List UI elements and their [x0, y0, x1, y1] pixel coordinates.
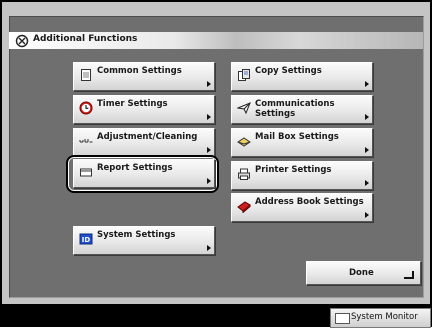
done-button[interactable]: Done	[306, 261, 421, 285]
copy-settings-label: Copy Settings	[255, 66, 322, 76]
timer-settings-button[interactable]: Timer Settings	[73, 95, 215, 124]
page-title: Additional Functions	[33, 34, 138, 44]
system-monitor-label: System Monitor	[351, 312, 418, 322]
printer-settings-label: Printer Settings	[255, 165, 332, 175]
communications-settings-label: Communications Settings	[255, 99, 335, 119]
communications-settings-button[interactable]: Communications Settings	[231, 95, 373, 124]
system-settings-label: System Settings	[97, 230, 176, 240]
system-monitor-button[interactable]: System Monitor	[330, 308, 431, 328]
address-book-icon	[237, 201, 251, 213]
system-settings-button[interactable]: ID System Settings	[73, 226, 215, 255]
mailbox-icon	[237, 137, 251, 147]
title-bar: Additional Functions	[9, 32, 423, 49]
svg-text:ID: ID	[82, 236, 91, 244]
arrow-right-icon	[207, 114, 211, 120]
arrow-right-icon	[365, 147, 369, 153]
timer-settings-label: Timer Settings	[97, 99, 168, 109]
address-book-settings-label: Address Book Settings	[255, 197, 364, 207]
additional-functions-icon	[15, 34, 29, 48]
adjustment-cleaning-button[interactable]: Adjustment/Cleaning	[73, 128, 215, 157]
address-book-settings-button[interactable]: Address Book Settings	[231, 193, 373, 222]
return-icon	[404, 271, 414, 279]
report-settings-label: Report Settings	[97, 163, 173, 173]
document-icon	[81, 69, 91, 81]
copy-icon	[238, 69, 250, 81]
arrow-right-icon	[365, 114, 369, 120]
adjustment-cleaning-label: Adjustment/Cleaning	[97, 132, 198, 142]
arrow-right-icon	[207, 245, 211, 251]
report-icon	[80, 168, 92, 177]
arrow-right-icon	[207, 81, 211, 87]
arrow-right-icon	[365, 180, 369, 186]
printer-icon	[238, 168, 250, 180]
paper-plane-icon	[237, 102, 251, 115]
arrow-right-icon	[365, 212, 369, 218]
mail-box-settings-label: Mail Box Settings	[255, 132, 339, 142]
printer-settings-button[interactable]: Printer Settings	[231, 161, 373, 190]
copy-settings-button[interactable]: Copy Settings	[231, 62, 373, 91]
device-screen: Additional Functions Common Settings Cop…	[0, 0, 432, 327]
mail-box-settings-button[interactable]: Mail Box Settings	[231, 128, 373, 157]
id-icon: ID	[79, 233, 93, 245]
arrow-right-icon	[207, 178, 211, 184]
arrow-right-icon	[365, 81, 369, 87]
common-settings-label: Common Settings	[97, 66, 182, 76]
arrow-right-icon	[207, 147, 211, 153]
common-settings-button[interactable]: Common Settings	[73, 62, 215, 91]
done-label: Done	[349, 268, 374, 278]
report-settings-button[interactable]: Report Settings	[73, 159, 215, 188]
clock-icon	[79, 101, 93, 115]
communications-settings-label-line2: Settings	[255, 109, 296, 119]
communications-settings-label-line1: Communications	[255, 99, 335, 109]
monitor-icon	[335, 313, 350, 324]
adjustment-icon	[79, 139, 93, 143]
